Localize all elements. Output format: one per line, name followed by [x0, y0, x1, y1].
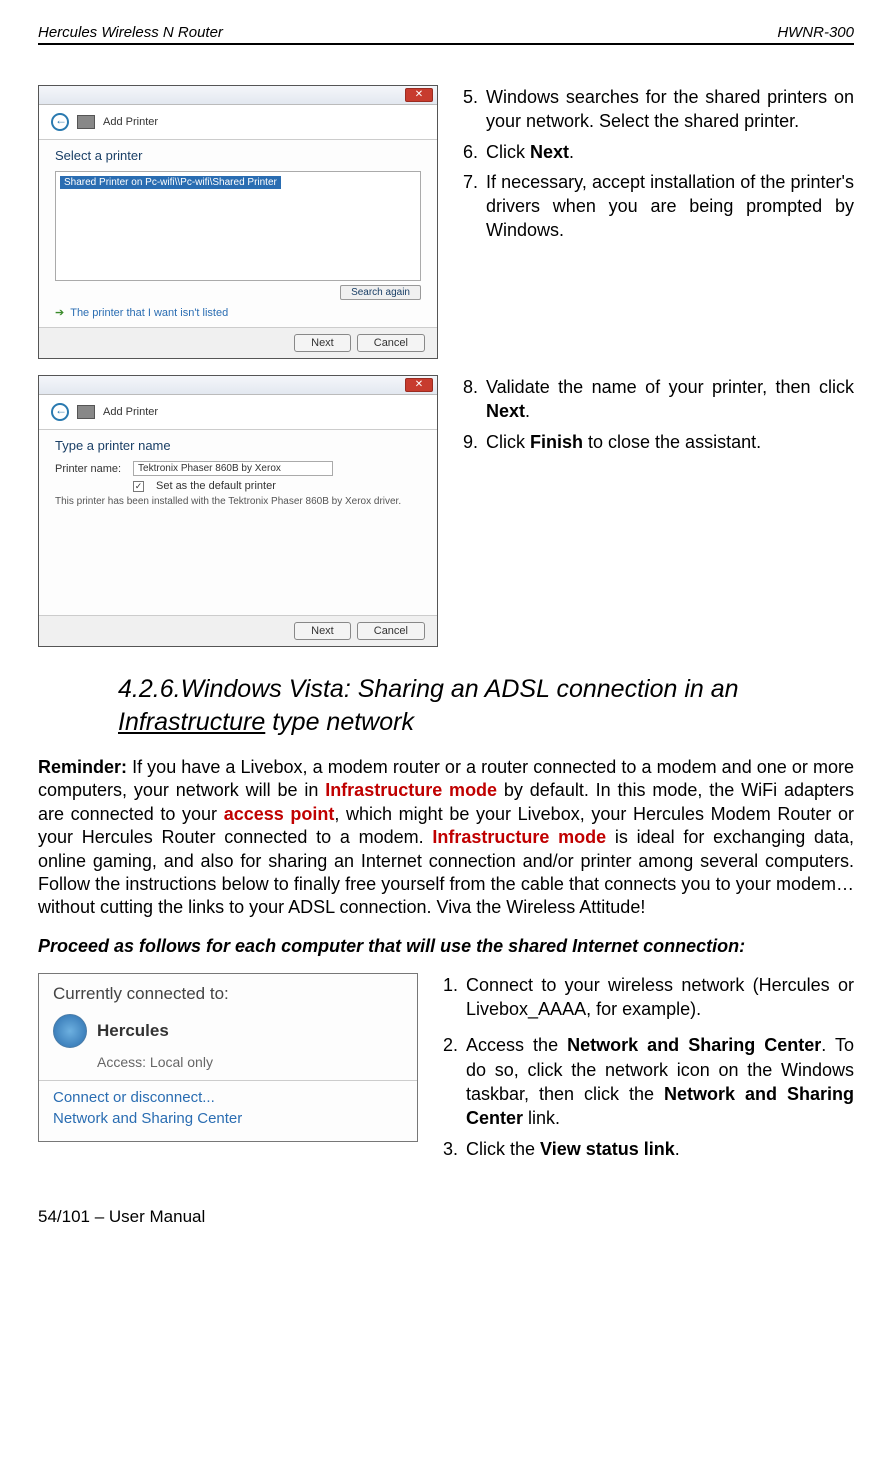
- step-c2: Access the Network and Sharing Center. T…: [466, 1033, 854, 1130]
- step-9: Click Finish to close the assistant.: [486, 430, 761, 454]
- printer-not-listed-link[interactable]: The printer that I want isn't listed: [70, 307, 228, 319]
- printer-icon: [77, 405, 95, 419]
- next-button[interactable]: Next: [294, 334, 351, 352]
- back-icon[interactable]: [51, 403, 69, 421]
- step-5: Windows searches for the shared printers…: [486, 85, 854, 134]
- step-8: Validate the name of your printer, then …: [486, 375, 854, 424]
- step-c1: Connect to your wireless network (Hercul…: [466, 973, 854, 1022]
- close-icon[interactable]: ✕: [405, 378, 433, 392]
- next-button[interactable]: Next: [294, 622, 351, 640]
- step-c3: Click the View status link.: [466, 1137, 680, 1161]
- network-access-label: Access: Local only: [97, 1054, 403, 1070]
- selected-printer-item[interactable]: Shared Printer on Pc-wifi\\Pc-wifi\Share…: [60, 176, 281, 189]
- default-printer-checkbox[interactable]: ✓: [133, 481, 144, 492]
- steps-block-1: 5.Windows searches for the shared printe…: [458, 85, 854, 243]
- steps-block-3: 1.Connect to your wireless network (Herc…: [438, 973, 854, 1161]
- step-7: If necessary, accept installation of the…: [486, 170, 854, 243]
- connect-disconnect-link[interactable]: Connect or disconnect...: [53, 1089, 403, 1106]
- screenshot-add-printer-select: ✕ Add Printer Select a printer Shared Pr…: [38, 85, 438, 359]
- printer-list[interactable]: Shared Printer on Pc-wifi\\Pc-wifi\Share…: [55, 171, 421, 281]
- back-icon[interactable]: [51, 113, 69, 131]
- screenshot-add-printer-name: ✕ Add Printer Type a printer name Printe…: [38, 375, 438, 647]
- printer-icon: [77, 115, 95, 129]
- screenshot-network-tray: Currently connected to: Hercules Access:…: [38, 973, 418, 1142]
- proceed-heading: Proceed as follows for each computer tha…: [38, 936, 854, 957]
- arrow-icon: ➔: [55, 306, 64, 319]
- dialog-title: Add Printer: [103, 116, 158, 128]
- currently-connected-label: Currently connected to:: [53, 984, 403, 1004]
- dialog-title: Add Printer: [103, 406, 158, 418]
- close-icon[interactable]: ✕: [405, 88, 433, 102]
- cancel-button[interactable]: Cancel: [357, 622, 425, 640]
- printer-name-label: Printer name:: [55, 463, 121, 475]
- cancel-button[interactable]: Cancel: [357, 334, 425, 352]
- default-printer-label: Set as the default printer: [156, 480, 276, 492]
- page-header: Hercules Wireless N Router HWNR-300: [38, 24, 854, 45]
- step-6: Click Next.: [486, 140, 574, 164]
- installed-message: This printer has been installed with the…: [55, 496, 421, 507]
- reminder-paragraph: Reminder: If you have a Livebox, a modem…: [38, 756, 854, 920]
- search-again-button[interactable]: Search again: [340, 285, 421, 300]
- select-printer-heading: Select a printer: [55, 148, 421, 163]
- header-left: Hercules Wireless N Router: [38, 24, 223, 41]
- network-sharing-center-link[interactable]: Network and Sharing Center: [53, 1110, 403, 1127]
- network-name: Hercules: [97, 1021, 169, 1041]
- type-name-heading: Type a printer name: [55, 438, 421, 453]
- header-right: HWNR-300: [777, 24, 854, 41]
- page-footer: 54/101 – User Manual: [38, 1207, 854, 1227]
- printer-name-input[interactable]: Tektronix Phaser 860B by Xerox: [133, 461, 333, 476]
- section-title: 4.2.6.Windows Vista: Sharing an ADSL con…: [118, 673, 854, 738]
- steps-block-2: 8.Validate the name of your printer, the…: [458, 375, 854, 454]
- network-globe-icon: [53, 1014, 87, 1048]
